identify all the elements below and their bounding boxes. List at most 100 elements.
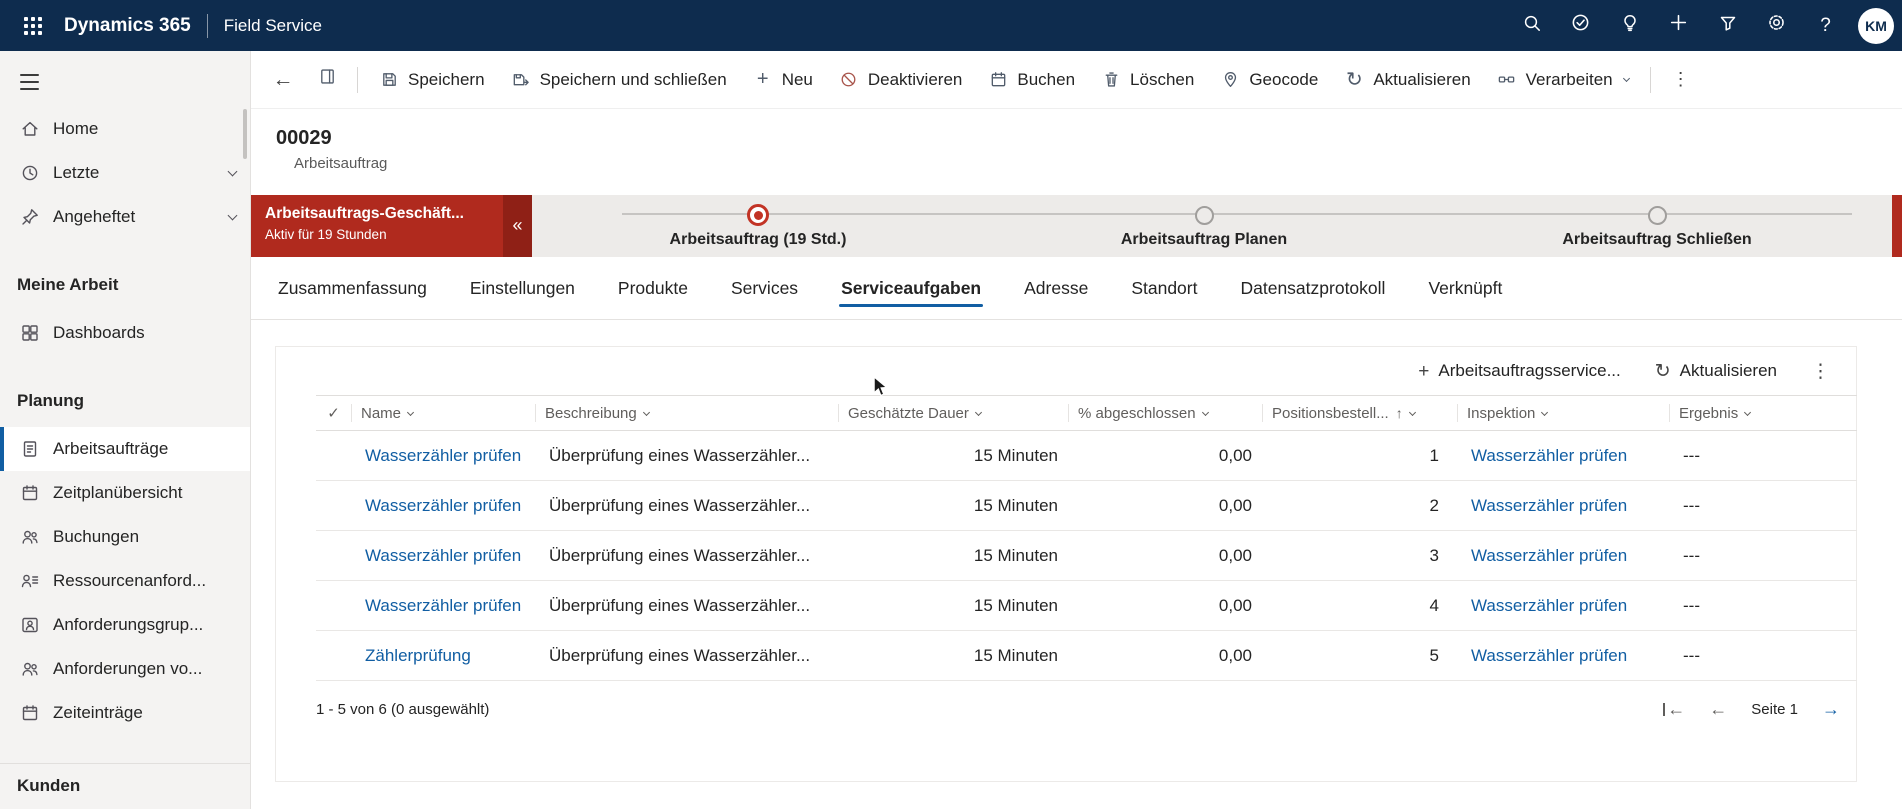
row-select-cell[interactable]: [316, 631, 351, 680]
row-select-cell[interactable]: [316, 531, 351, 580]
filter-button[interactable]: [1703, 0, 1752, 51]
tab-standort[interactable]: Standort: [1131, 257, 1197, 319]
bpf-stage-close[interactable]: Arbeitsauftrag Schließen: [1477, 203, 1837, 249]
record-link[interactable]: Wasserzähler prüfen: [365, 596, 521, 616]
pagination: ← ← Seite 1 →: [1663, 699, 1840, 720]
user-avatar[interactable]: KM: [1858, 7, 1894, 44]
side-pane-button[interactable]: [305, 58, 349, 102]
sidebar-item-dashboards[interactable]: Dashboards: [0, 311, 250, 355]
bpf-banner-title: Arbeitsauftrags-Geschäft...: [265, 205, 464, 222]
task-check-button[interactable]: [1556, 0, 1605, 51]
inspektion-link[interactable]: Wasserzähler prüfen: [1471, 496, 1627, 516]
person-list-icon: [20, 571, 40, 591]
collapse-sidebar-button[interactable]: [20, 65, 54, 99]
record-link[interactable]: Wasserzähler prüfen: [365, 496, 521, 516]
column-header-name[interactable]: Name: [351, 404, 535, 422]
subgrid-refresh-button[interactable]: ↻ Aktualisieren: [1641, 353, 1791, 389]
row-select-cell[interactable]: [316, 431, 351, 480]
previous-page-button[interactable]: ←: [1709, 699, 1727, 720]
sidebar-item-bookings[interactable]: Buchungen: [0, 515, 250, 559]
inspektion-link[interactable]: Wasserzähler prüfen: [1471, 546, 1627, 566]
add-work-order-service-task-button[interactable]: + Arbeitsauftragsservice...: [1404, 353, 1634, 389]
tab-verknuepft[interactable]: Verknüpft: [1428, 257, 1502, 319]
table-row[interactable]: Wasserzähler prüfen Überprüfung eines Wa…: [316, 481, 1857, 531]
column-header-beschreibung[interactable]: Beschreibung: [535, 404, 838, 422]
checkmark-icon: ✓: [327, 405, 340, 422]
new-button[interactable]: + Neu: [740, 60, 826, 100]
process-button[interactable]: Verarbeiten: [1484, 60, 1642, 100]
book-button[interactable]: Buchen: [975, 60, 1088, 100]
app-name-link[interactable]: Field Service: [224, 16, 322, 36]
table-row[interactable]: Zählerprüfung Überprüfung eines Wasserzä…: [316, 631, 1857, 681]
tab-adresse[interactable]: Adresse: [1024, 257, 1088, 319]
select-all-column-header[interactable]: ✓: [316, 404, 351, 422]
bpf-active-stage-banner[interactable]: Arbeitsauftrags-Geschäft... Aktiv für 19…: [251, 195, 503, 257]
row-select-cell[interactable]: [316, 581, 351, 630]
beschreibung-cell: Überprüfung eines Wasserzähler...: [549, 645, 811, 665]
table-row[interactable]: Wasserzähler prüfen Überprüfung eines Wa…: [316, 581, 1857, 631]
column-header-inspektion[interactable]: Inspektion: [1457, 404, 1669, 422]
back-button[interactable]: ←: [261, 58, 305, 102]
column-header-dauer[interactable]: Geschätzte Dauer: [838, 404, 1068, 422]
more-vertical-icon: ⋮: [1811, 360, 1830, 382]
inspektion-link[interactable]: Wasserzähler prüfen: [1471, 646, 1627, 666]
table-row[interactable]: Wasserzähler prüfen Überprüfung eines Wa…: [316, 531, 1857, 581]
bpf-stage-schedule[interactable]: Arbeitsauftrag Planen: [1024, 203, 1384, 249]
sidebar-item-work-orders[interactable]: Arbeitsaufträge: [0, 427, 250, 471]
dauer-cell: 15 Minuten: [973, 545, 1058, 565]
tab-einstellungen[interactable]: Einstellungen: [470, 257, 575, 319]
delete-button[interactable]: Löschen: [1088, 60, 1207, 100]
tab-zusammenfassung[interactable]: Zusammenfassung: [278, 257, 427, 319]
inspektion-link[interactable]: Wasserzähler prüfen: [1471, 596, 1627, 616]
name-cell: Wasserzähler prüfen: [351, 531, 535, 580]
first-page-button[interactable]: ←: [1663, 699, 1685, 720]
tab-services[interactable]: Services: [731, 257, 798, 319]
table-row[interactable]: Wasserzähler prüfen Überprüfung eines Wa…: [316, 431, 1857, 481]
insights-button[interactable]: [1605, 0, 1654, 51]
sidebar-item-pinned[interactable]: Angeheftet: [0, 195, 250, 239]
record-link[interactable]: Wasserzähler prüfen: [365, 446, 521, 466]
deactivate-button[interactable]: Deaktivieren: [826, 60, 976, 100]
refresh-button[interactable]: ↻ Aktualisieren: [1331, 60, 1483, 100]
row-select-cell[interactable]: [316, 481, 351, 530]
next-page-button[interactable]: →: [1822, 699, 1840, 720]
sort-ascending-icon: ↑: [1395, 405, 1403, 421]
tab-produkte[interactable]: Produkte: [618, 257, 688, 319]
chevron-down-icon: [227, 210, 238, 220]
column-header-position[interactable]: Positionsbestell... ↑: [1262, 404, 1457, 422]
save-button[interactable]: Speichern: [366, 60, 498, 100]
sidebar-item-requirements[interactable]: Anforderungen vo...: [0, 647, 250, 691]
clock-icon: [20, 163, 40, 183]
bpf-collapse-button[interactable]: «: [503, 195, 532, 257]
position-cell: 2: [1429, 495, 1439, 515]
sidebar-item-requirement-groups[interactable]: Anforderungsgrup...: [0, 603, 250, 647]
position-cell: 5: [1429, 645, 1439, 665]
save-and-close-button[interactable]: Speichern und schließen: [498, 60, 740, 100]
settings-button[interactable]: [1752, 0, 1801, 51]
help-button[interactable]: ?: [1801, 0, 1850, 51]
inspektion-cell: Wasserzähler prüfen: [1457, 631, 1669, 680]
sidebar-item-home[interactable]: Home: [0, 107, 250, 151]
app-launcher-button[interactable]: [10, 0, 56, 51]
command-divider: [1649, 66, 1651, 93]
arrow-left-icon: ←: [1709, 699, 1728, 719]
tab-serviceaufgaben[interactable]: Serviceaufgaben: [839, 257, 984, 319]
quick-create-button[interactable]: [1654, 0, 1703, 51]
search-button[interactable]: [1507, 0, 1556, 51]
more-commands-button[interactable]: ⋮: [1659, 58, 1703, 102]
column-header-abgeschlossen[interactable]: % abgeschlossen: [1068, 404, 1262, 422]
bpf-stage-work-order[interactable]: Arbeitsauftrag (19 Std.): [578, 203, 938, 249]
sidebar-item-schedule-board[interactable]: Zeitplanübersicht: [0, 471, 250, 515]
sidebar-item-recent[interactable]: Letzte: [0, 151, 250, 195]
column-header-ergebnis[interactable]: Ergebnis: [1669, 404, 1857, 422]
tab-datensatzprotokoll[interactable]: Datensatzprotokoll: [1240, 257, 1385, 319]
brand-link[interactable]: Dynamics 365: [64, 15, 191, 37]
inspektion-link[interactable]: Wasserzähler prüfen: [1471, 446, 1627, 466]
chevron-down-icon: [642, 408, 650, 416]
sidebar-item-resource-requirements[interactable]: Ressourcenanford...: [0, 559, 250, 603]
geocode-button[interactable]: Geocode: [1207, 60, 1331, 100]
subgrid-more-button[interactable]: ⋮: [1797, 353, 1844, 389]
record-link[interactable]: Zählerprüfung: [365, 646, 471, 666]
sidebar-item-time-entries[interactable]: Zeiteinträge: [0, 691, 250, 735]
record-link[interactable]: Wasserzähler prüfen: [365, 546, 521, 566]
